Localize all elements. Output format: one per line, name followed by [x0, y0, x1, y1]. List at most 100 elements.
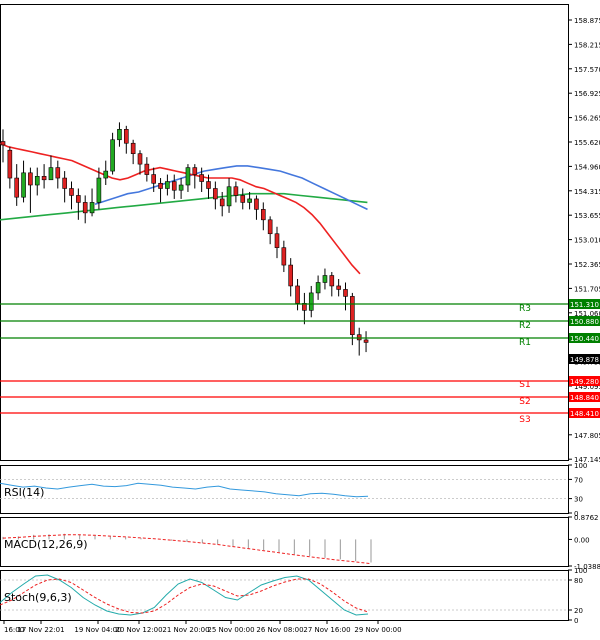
level-name-s3: S3: [519, 415, 530, 425]
price-tick-label: 153.655: [574, 212, 600, 220]
price-tick-label: 155.620: [574, 139, 600, 147]
candle-body: [137, 153, 143, 165]
time-tick-label: 17 Nov 22:01: [17, 626, 64, 634]
candle-body: [7, 149, 13, 179]
candle-body: [14, 177, 19, 198]
current-price-label: 149.878: [570, 356, 599, 364]
rsi-label: RSI(14): [4, 486, 44, 499]
candle-body: [82, 202, 88, 214]
level-name-r1: R1: [519, 338, 531, 348]
candle-body: [41, 176, 47, 181]
stoch-tick-label: 80: [574, 577, 583, 585]
candle-body: [329, 275, 335, 287]
stoch-tick-label: 0: [574, 617, 578, 625]
candle-body: [192, 167, 198, 175]
level-name-r3: R3: [519, 304, 531, 314]
candle-body: [247, 198, 252, 203]
candle-body: [124, 129, 129, 144]
macd-tick-label: 0.00: [574, 536, 590, 544]
candle-body: [260, 209, 266, 221]
candle-body: [76, 195, 81, 203]
candle-body: [267, 219, 273, 235]
stoch-tick-label: 100: [574, 567, 587, 575]
candle-body: [48, 167, 54, 181]
candle-body: [117, 129, 122, 141]
candle-body: [295, 285, 300, 304]
candle-body: [363, 339, 369, 343]
candle-body: [178, 184, 184, 191]
candle-body: [171, 181, 177, 191]
candle-body: [213, 188, 218, 200]
level-price-label: 148.840: [570, 394, 599, 402]
time-tick-label: 26 Nov 08:00: [256, 626, 303, 634]
level-price-label: 151.310: [570, 301, 599, 309]
price-tick-label: 158.875: [574, 17, 600, 25]
candle-body: [89, 202, 95, 214]
price-tick-label: 152.365: [574, 261, 600, 269]
candle-body: [322, 275, 328, 283]
candle-body: [96, 177, 102, 203]
candle-body: [55, 167, 61, 179]
candle-body: [274, 233, 280, 248]
time-tick-label: 20 Nov 12:00: [115, 626, 162, 634]
candle-body: [254, 198, 259, 210]
time-tick-label: 29 Nov 00:00: [354, 626, 401, 634]
candle-body: [315, 282, 321, 294]
candle-body: [21, 172, 26, 198]
candle-body: [350, 296, 355, 335]
price-tick-label: 156.265: [574, 115, 600, 123]
main-panel-frame: [0, 4, 569, 461]
level-name-s2: S2: [519, 397, 530, 407]
candle-body: [144, 163, 150, 175]
candle-body: [110, 139, 115, 172]
macd-tick-label: 0.8762: [574, 514, 599, 522]
time-tick-label: 21 Nov 20:00: [162, 626, 209, 634]
level-price-label: 150.880: [570, 318, 599, 326]
level-price-label: 149.280: [570, 378, 599, 386]
price-tick-label: 154.960: [574, 163, 600, 171]
candle-body: [233, 186, 239, 196]
time-tick-label: 25 Nov 00:00: [207, 626, 254, 634]
stoch-tick-label: 20: [574, 607, 583, 615]
rsi-tick-label: 30: [574, 496, 583, 504]
price-tick-label: 158.215: [574, 41, 600, 49]
candle-body: [288, 264, 294, 287]
candle-body: [69, 188, 74, 196]
price-tick-label: 153.010: [574, 237, 600, 245]
candle-body: [28, 172, 33, 186]
candle-body: [281, 247, 287, 266]
candle-body: [62, 177, 67, 189]
candle-body: [226, 186, 232, 207]
candle-body: [185, 167, 191, 186]
chart-svg: 158.875 158.215 157.570 156.925 156.265 155.6…: [0, 4, 600, 634]
candle-body: [356, 334, 362, 341]
candle-body: [308, 292, 314, 311]
time-tick-label: 27 Nov 16:00: [303, 626, 350, 634]
forex-chart: 158.875 158.215 157.570 156.925 156.265 155.6…: [0, 0, 600, 636]
candle-body: [151, 174, 156, 184]
price-tick-label: 157.570: [574, 66, 600, 74]
candle-body: [103, 170, 109, 179]
rsi-tick-label: 100: [574, 462, 587, 470]
price-tick-label: 154.315: [574, 188, 600, 196]
level-name-r2: R2: [519, 321, 531, 331]
level-price-label: 150.440: [570, 335, 599, 343]
candle-body: [343, 289, 348, 297]
stoch-label: Stoch(9,6,3): [4, 591, 72, 604]
price-tick-label: 156.925: [574, 90, 600, 98]
candle-body: [158, 182, 163, 189]
candle-body: [34, 176, 40, 186]
level-name-s1: S1: [519, 380, 530, 390]
candle-body: [0, 141, 6, 146]
price-tick-label: 151.705: [574, 285, 600, 293]
rsi-tick-label: 70: [574, 476, 583, 484]
candle-body: [165, 181, 170, 189]
candle-body: [199, 174, 204, 182]
candle-body: [240, 195, 246, 203]
candle-body: [206, 181, 211, 189]
candle-body: [130, 142, 136, 154]
candle-body: [219, 198, 225, 207]
rsi-panel-frame: [0, 465, 569, 514]
macd-label: MACD(12,26,9): [4, 538, 88, 551]
price-tick-label: 147.805: [574, 432, 600, 440]
